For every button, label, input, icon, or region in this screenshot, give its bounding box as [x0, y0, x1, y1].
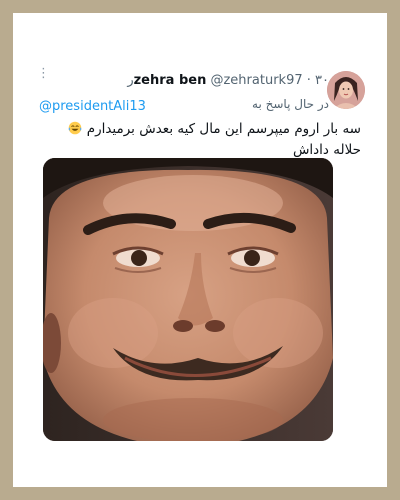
tweet-header: zehra ben @zehraturk97 · ۳۰ر	[29, 73, 329, 91]
user-handle[interactable]: @zehraturk97	[210, 73, 302, 88]
display-name[interactable]: zehra ben	[134, 73, 207, 88]
reply-label: در حال پاسخ به	[252, 97, 329, 111]
tweet-media-image[interactable]	[43, 158, 333, 441]
reply-mention-link[interactable]: @presidentAli13	[39, 99, 146, 114]
avatar-image	[327, 71, 365, 109]
tweet-text: سه بار اروم میپرسم این مال کیه بعدش برمی…	[37, 119, 361, 161]
tweet-text-main: سه بار اروم میپرسم این مال کیه بعدش برمی…	[86, 121, 361, 137]
laughing-crying-emoji-icon	[69, 121, 82, 135]
face-photo	[43, 158, 333, 441]
separator: ·	[306, 73, 311, 88]
tweet-text-tail: حلاله داداش	[292, 142, 361, 158]
screenshot-card: ⋮ zehra ben @zehraturk97 · ۳۰ر در حال پا…	[13, 13, 387, 487]
tweet: ⋮ zehra ben @zehraturk97 · ۳۰ر در حال پا…	[13, 13, 387, 487]
avatar[interactable]	[327, 71, 365, 109]
